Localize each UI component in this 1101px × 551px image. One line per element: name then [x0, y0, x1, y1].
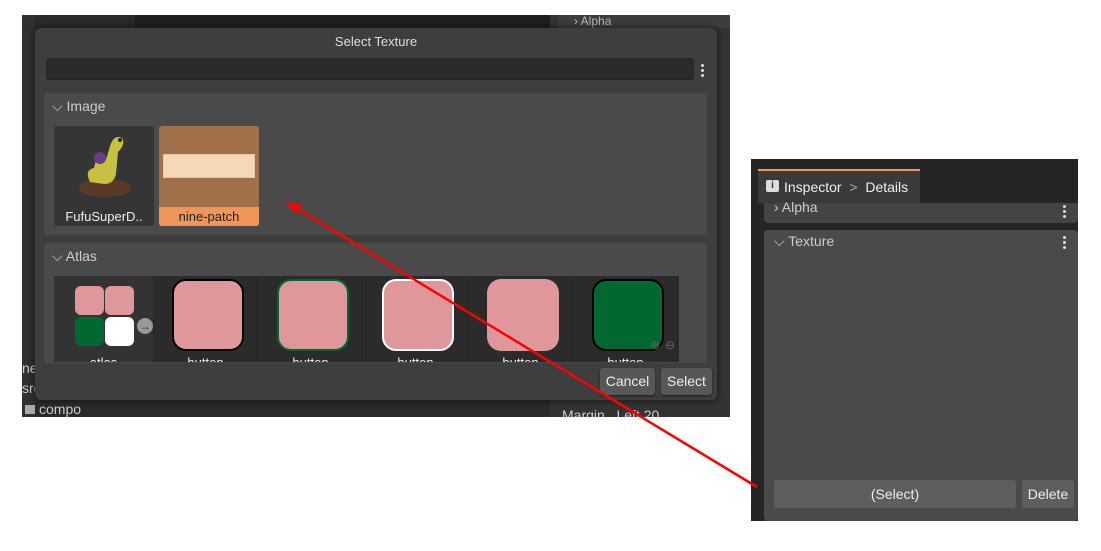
breadcrumb-separator: >	[849, 179, 858, 195]
cancel-button[interactable]: Cancel	[600, 368, 655, 395]
zoom-in-icon[interactable]: ⊕	[650, 338, 660, 352]
select-texture-dialog: Select Texture ⌵ Image FufuSuperD.. nine…	[35, 28, 717, 400]
atlas-tile[interactable]: → atlas	[54, 276, 154, 362]
alpha-fragment[interactable]: › Alpha	[558, 15, 730, 28]
image-section: ⌵ Image FufuSuperD.. nine-patch	[44, 93, 707, 235]
search-input[interactable]	[46, 58, 694, 80]
more-options-icon[interactable]	[1063, 234, 1066, 251]
left-panel-bg	[22, 15, 35, 417]
breadcrumb-details: Details	[865, 179, 909, 195]
image-section-header[interactable]: ⌵ Image	[52, 98, 105, 115]
texture-tile[interactable]: FufuSuperD..	[54, 126, 154, 226]
chevron-down-icon: ⌵	[52, 248, 63, 264]
atlas-tile[interactable]: button ⊕ ⊖	[574, 276, 678, 362]
select-button[interactable]: Select	[661, 368, 712, 395]
atlas-section-header[interactable]: ⌵ Atlas	[52, 248, 97, 265]
dinosaur-thumbnail	[79, 137, 131, 197]
atlas-tile[interactable]: button	[364, 276, 468, 362]
dialog-title: Select Texture	[334, 34, 418, 49]
inspector-panel: i Inspector > Details › Alpha ⌵ Texture …	[751, 159, 1078, 521]
select-texture-button[interactable]: (Select)	[774, 480, 1016, 508]
atlas-tile[interactable]: button	[154, 276, 258, 362]
chevron-down-icon: ⌵	[52, 98, 63, 114]
margin-row: Margin Left 20	[562, 407, 660, 417]
more-options-icon[interactable]	[701, 62, 704, 79]
alpha-section[interactable]: › Alpha	[764, 199, 1078, 223]
texture-tile-selected[interactable]: nine-patch	[159, 126, 259, 226]
atlas-strip: → atlas button button button button butt…	[54, 276, 679, 362]
tile-label: FufuSuperD..	[65, 209, 143, 224]
atlas-tile[interactable]: button	[469, 276, 573, 362]
delete-button[interactable]: Delete	[1022, 480, 1074, 508]
tile-label: nine-patch	[159, 207, 259, 226]
nine-patch-thumbnail	[163, 154, 255, 178]
atlas-section: ⌵ Atlas → atlas button button button but…	[44, 243, 707, 363]
tab-inspector[interactable]: i Inspector > Details	[758, 169, 920, 203]
top-bar-bg	[135, 15, 550, 28]
editor-screenshot: › Alpha nep sro compo Margin Left 20 Sel…	[22, 15, 730, 417]
zoom-out-icon[interactable]: ⊖	[665, 338, 675, 352]
atlas-tile[interactable]: button	[259, 276, 363, 362]
texture-section: ⌵ Texture (Select) Delete	[764, 230, 1078, 521]
arrow-right-icon[interactable]: →	[137, 318, 153, 334]
info-icon: i	[766, 180, 779, 192]
texture-section-header[interactable]: ⌵ Texture	[774, 233, 834, 250]
folder-item[interactable]: compo	[25, 401, 81, 417]
